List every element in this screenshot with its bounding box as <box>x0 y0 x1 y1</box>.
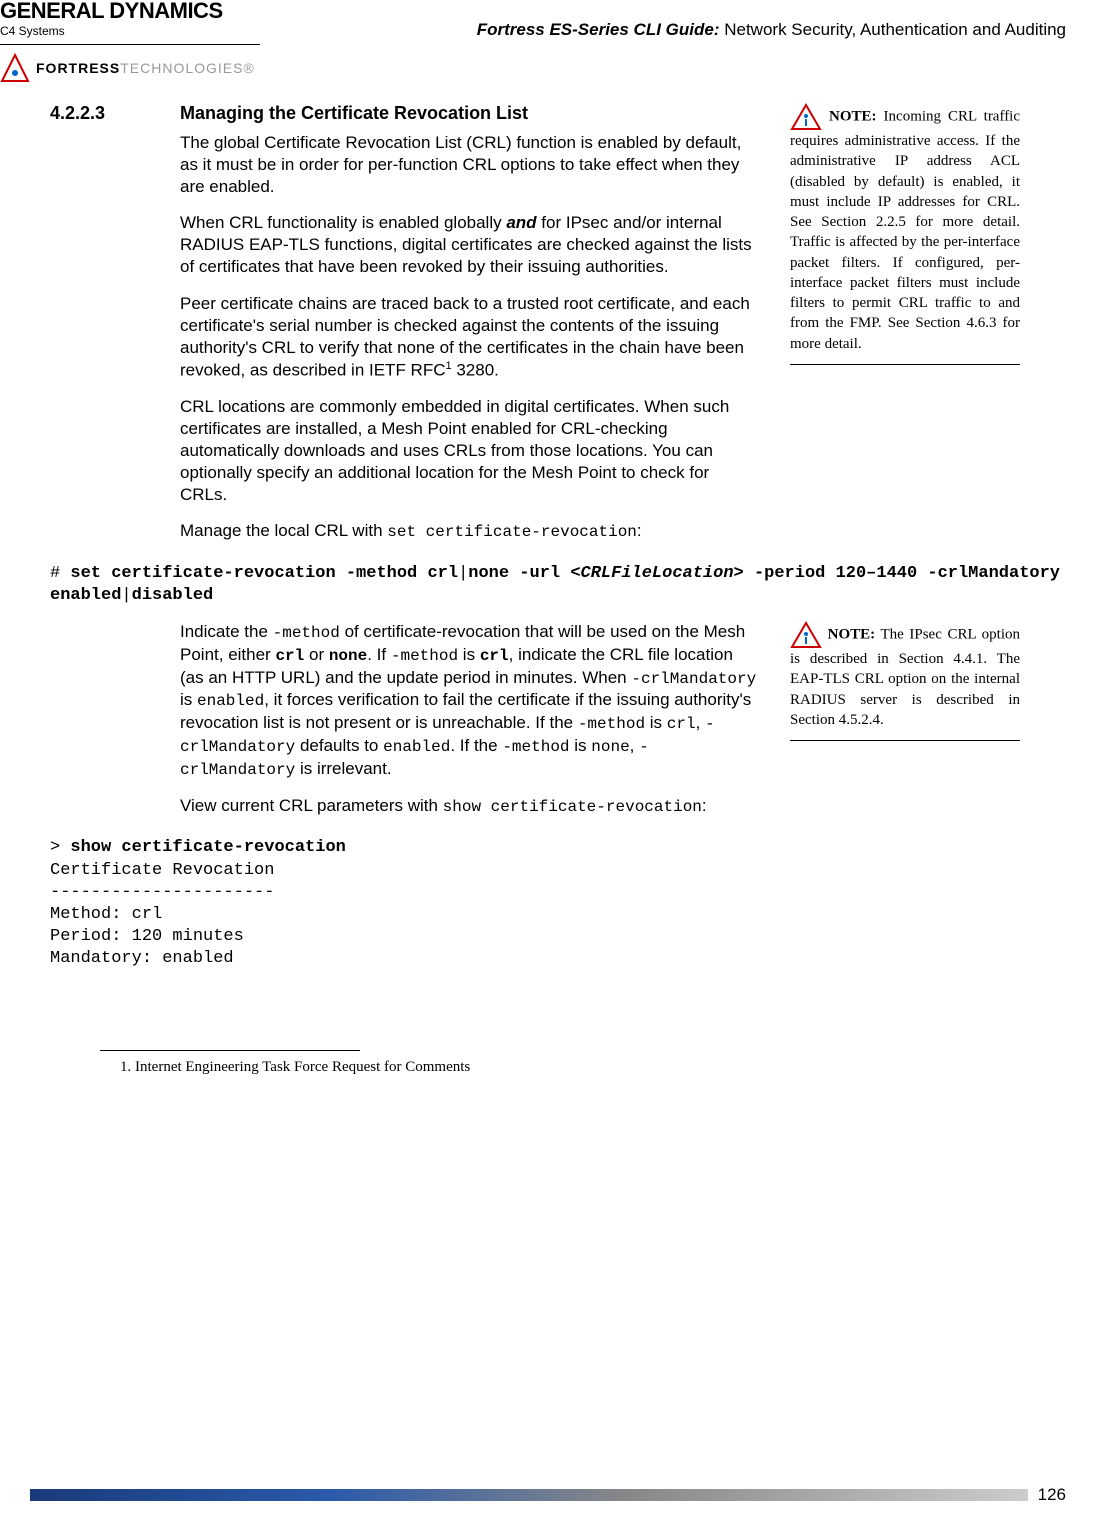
para-3: Peer certificate chains are traced back … <box>180 293 760 382</box>
footnote-rule <box>100 1050 360 1051</box>
note-1: NOTE: Incoming CRL traffic requires admi… <box>790 103 1020 365</box>
para-5: Manage the local CRL with set certificat… <box>180 520 760 543</box>
para-2: When CRL functionality is enabled global… <box>180 212 760 278</box>
logo-block: GENERAL DYNAMICS C4 Systems FORTRESSTECH… <box>0 0 260 83</box>
note-icon <box>790 103 822 131</box>
cmd-show: > show certificate-revocation Certificat… <box>50 837 1066 970</box>
para-6: Indicate the -method of certificate-revo… <box>180 621 760 781</box>
footnote: 1. Internet Engineering Task Force Reque… <box>120 1059 1066 1076</box>
fortress-logo: FORTRESSTECHNOLOGIES® <box>0 53 260 83</box>
note-2: NOTE: The IPsec CRL option is described … <box>790 621 1020 741</box>
section-title: Managing the Certificate Revocation List <box>180 103 760 124</box>
footer-gradient <box>30 1489 1028 1501</box>
page-number: 126 <box>1038 1485 1096 1505</box>
para-4: CRL locations are commonly embedded in d… <box>180 396 760 506</box>
para-1: The global Certificate Revocation List (… <box>180 132 760 198</box>
content: 4.2.2.3 Managing the Certificate Revocat… <box>0 83 1096 1076</box>
header-title: Fortress ES-Series CLI Guide: Network Se… <box>477 0 1066 40</box>
note-icon <box>790 621 822 649</box>
fortress-text: FORTRESSTECHNOLOGIES® <box>36 60 255 76</box>
brand-sub: C4 Systems <box>0 24 260 45</box>
para-7: View current CRL parameters with show ce… <box>180 795 760 818</box>
brand-top: GENERAL DYNAMICS <box>0 0 260 22</box>
footer: 126 <box>0 1484 1096 1506</box>
cmd-set: # set certificate-revocation -method crl… <box>50 563 1066 607</box>
page-header: GENERAL DYNAMICS C4 Systems FORTRESSTECH… <box>0 0 1096 83</box>
fortress-icon <box>0 53 30 83</box>
section-number: 4.2.2.3 <box>50 103 150 557</box>
